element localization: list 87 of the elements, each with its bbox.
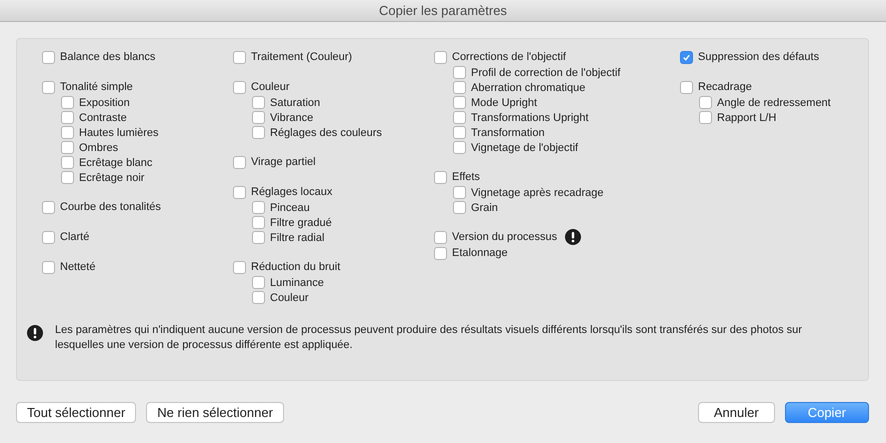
checkbox[interactable] bbox=[233, 80, 246, 94]
checkbox[interactable] bbox=[61, 141, 74, 154]
checkbox-label: Transformations Upright bbox=[471, 112, 589, 124]
checkbox-label: Contraste bbox=[79, 112, 127, 124]
checkbox-label: Traitement (Couleur) bbox=[251, 51, 352, 63]
checkbox[interactable] bbox=[453, 111, 466, 124]
checkbox[interactable] bbox=[453, 81, 466, 94]
checkbox-label: Vignetage après recadrage bbox=[471, 186, 604, 198]
checkbox[interactable] bbox=[61, 96, 74, 109]
checkbox-label: Rapport L/H bbox=[717, 112, 776, 124]
checkbox[interactable] bbox=[252, 231, 265, 244]
checkbox-label: Mode Upright bbox=[471, 96, 538, 108]
checkbox-label: Saturation bbox=[270, 96, 320, 108]
checkbox-label: Effets bbox=[452, 171, 480, 183]
button[interactable]: Annuler bbox=[698, 402, 775, 423]
checkbox-label: Réglages des couleurs bbox=[270, 126, 382, 138]
checkbox[interactable] bbox=[699, 111, 712, 124]
checkbox-label: Ecrêtage blanc bbox=[79, 156, 152, 168]
info-message: Les paramètres qui n'indiquent aucune version de processus peuvent produire des résultats visuels différents lorsqu'ils sont transférés sur des photos sur lesquelles une version de processus différente est appliquée. bbox=[55, 323, 803, 353]
checkbox[interactable] bbox=[42, 200, 55, 214]
checkbox[interactable] bbox=[252, 201, 265, 214]
check-icon bbox=[682, 52, 691, 62]
checkbox-label: Ombres bbox=[79, 142, 118, 154]
checkbox[interactable] bbox=[42, 80, 55, 94]
checkbox[interactable] bbox=[252, 111, 265, 124]
checkbox[interactable] bbox=[233, 50, 246, 64]
checkbox[interactable] bbox=[42, 260, 55, 274]
checkbox-label: Aberration chromatique bbox=[471, 82, 586, 94]
checkbox-label: Etalonnage bbox=[452, 247, 508, 259]
checkbox[interactable] bbox=[61, 111, 74, 124]
checkbox[interactable] bbox=[252, 216, 265, 229]
checkbox-label: Clarté bbox=[60, 231, 90, 243]
checkbox[interactable] bbox=[252, 126, 265, 139]
checkbox[interactable] bbox=[434, 50, 447, 64]
button[interactable]: Tout sélectionner bbox=[16, 402, 136, 423]
button[interactable]: Ne rien sélectionner bbox=[146, 402, 284, 423]
checkbox[interactable] bbox=[252, 291, 265, 304]
checkbox[interactable] bbox=[61, 126, 74, 139]
checkbox-label: Réduction du bruit bbox=[251, 261, 340, 273]
checkbox[interactable] bbox=[233, 156, 246, 168]
checkbox-label: Version du processus bbox=[452, 231, 558, 243]
window-title: Copier les paramètres bbox=[379, 3, 507, 18]
checkbox-label: Pinceau bbox=[270, 202, 310, 214]
checkbox-label: Vignetage de l'objectif bbox=[471, 142, 578, 154]
checkbox[interactable] bbox=[680, 80, 693, 94]
checkbox-label: Exposition bbox=[79, 96, 130, 108]
checkbox[interactable] bbox=[680, 50, 693, 64]
checkbox[interactable] bbox=[233, 186, 246, 198]
checkbox-label: Réglages locaux bbox=[251, 186, 332, 198]
checkbox-label: Courbe des tonalités bbox=[60, 201, 161, 213]
checkbox-label: Luminance bbox=[270, 276, 324, 288]
checkbox[interactable] bbox=[42, 230, 55, 244]
checkbox-label: Angle de redressement bbox=[717, 96, 831, 108]
checkbox[interactable] bbox=[453, 66, 466, 79]
checkbox[interactable] bbox=[434, 170, 447, 184]
checkbox[interactable] bbox=[61, 171, 74, 184]
checkbox[interactable] bbox=[453, 126, 466, 139]
checkbox-label: Suppression des défauts bbox=[698, 51, 820, 63]
checkbox-label: Filtre radial bbox=[270, 232, 324, 244]
checkbox-label: Transformation bbox=[471, 126, 545, 138]
checkbox-label: Ecrêtage noir bbox=[79, 172, 144, 184]
checkbox[interactable] bbox=[434, 246, 447, 260]
checkbox-label: Filtre gradué bbox=[270, 216, 332, 228]
checkbox-label: Corrections de l'objectif bbox=[452, 51, 566, 63]
checkbox-label: Hautes lumières bbox=[79, 126, 158, 138]
checkbox[interactable] bbox=[233, 260, 246, 274]
checkbox[interactable] bbox=[61, 156, 74, 169]
checkbox-label: Tonalité simple bbox=[60, 81, 133, 93]
warning-icon bbox=[27, 325, 43, 341]
checkbox[interactable] bbox=[252, 96, 265, 109]
checkbox-label: Couleur bbox=[251, 81, 290, 93]
checkbox[interactable] bbox=[42, 50, 55, 64]
checkbox-label: Balance des blancs bbox=[60, 51, 156, 63]
checkbox[interactable] bbox=[453, 201, 466, 214]
checkbox[interactable] bbox=[699, 96, 712, 109]
checkbox-label: Recadrage bbox=[698, 81, 752, 93]
checkbox[interactable] bbox=[434, 230, 447, 244]
checkbox-label: Couleur bbox=[270, 292, 309, 304]
checkbox[interactable] bbox=[252, 276, 265, 289]
checkbox-label: Grain bbox=[471, 202, 498, 214]
checkbox-label: Virage partiel bbox=[251, 156, 316, 168]
checkbox-label: Netteté bbox=[60, 261, 96, 273]
checkbox-label: Profil de correction de l'objectif bbox=[471, 66, 620, 78]
checkbox-label: Vibrance bbox=[270, 112, 314, 124]
checkbox[interactable] bbox=[453, 186, 466, 199]
checkbox[interactable] bbox=[453, 141, 466, 154]
checkbox[interactable] bbox=[453, 96, 466, 109]
